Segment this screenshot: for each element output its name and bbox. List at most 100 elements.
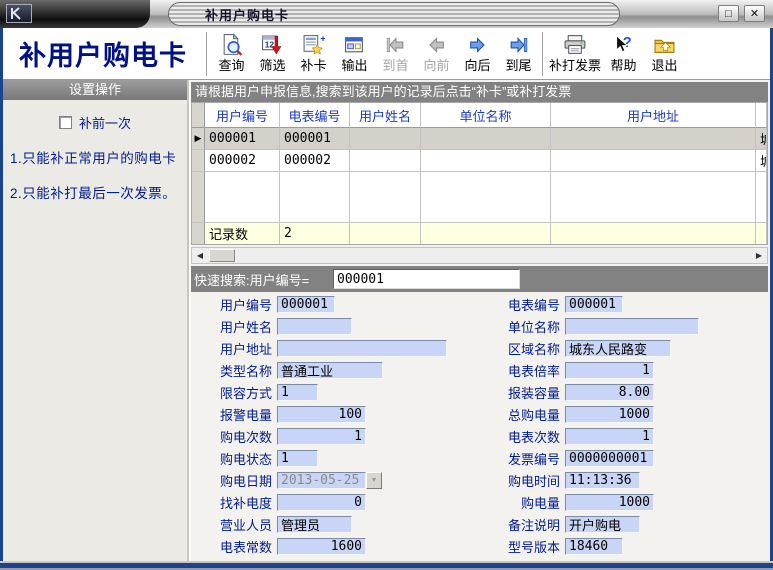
toolbar-separator	[206, 32, 208, 76]
toolbar-button-export[interactable]: 输出	[334, 32, 375, 74]
user-data-grid[interactable]: 用户编号电表编号用户姓名单位名称用户地址▶000001000001城000002…	[191, 102, 768, 245]
user-id-field[interactable]: 000001	[277, 296, 335, 313]
toolbar-button-label: 到首	[382, 58, 408, 74]
total-purchased-label: 总购电量	[479, 405, 565, 424]
toolbar-button-reprint-invoice[interactable]: 补打发票	[547, 32, 603, 74]
filter-icon: 12	[261, 32, 284, 58]
redo-previous-checkbox-row[interactable]: 补前一次	[3, 113, 187, 132]
toolbar-button-query[interactable]: 查询	[211, 32, 252, 74]
grid-cell[interactable]	[350, 128, 421, 150]
grid-cell[interactable]	[350, 150, 421, 172]
grid-column-header: 用户姓名	[350, 103, 421, 128]
form-row-purchase-status: 购电状态1	[191, 450, 447, 467]
alarm-power-field[interactable]: 100	[277, 406, 366, 423]
form-row-remark: 备注说明开户购电	[479, 516, 699, 533]
maximize-button[interactable]: □	[718, 5, 739, 22]
table-row[interactable]: 000002000002 城	[192, 150, 767, 172]
purchase-time-field[interactable]: 11:13:36	[565, 472, 640, 489]
compensation-power-label: 找补电度	[191, 493, 277, 512]
remark-field[interactable]: 开户购电	[565, 516, 640, 533]
meter-id-field[interactable]: 000001	[565, 296, 623, 313]
grid-cell[interactable]: 000001	[205, 128, 280, 150]
purchase-date-field[interactable]: 2013-05-25	[277, 472, 366, 489]
grid-cell[interactable]	[551, 150, 756, 172]
purchase-time-label: 购电时间	[479, 471, 565, 490]
unit-name-field[interactable]	[565, 318, 699, 335]
toolbar-button-label: 向前	[423, 58, 449, 74]
grid-cell[interactable]	[421, 150, 551, 172]
grid-column-header: 用户编号	[205, 103, 280, 128]
capacity-limit-label: 限容方式	[191, 383, 277, 402]
area-name-label: 区域名称	[479, 339, 565, 358]
meter-ratio-field[interactable]: 1	[565, 362, 654, 379]
toolbar-button-label: 补打发票	[549, 58, 601, 74]
grid-empty-cell	[551, 172, 756, 223]
grid-cell[interactable]: 000002	[280, 150, 350, 172]
grid-cell[interactable]: 城	[756, 150, 767, 172]
title-bar[interactable]: 补用户购电卡 □ ✕	[0, 0, 773, 28]
sidebar: 设置操作 补前一次 1.只能补正常用户的购电卡 2.只能补打最后一次发票。	[3, 80, 189, 561]
purchase-count-field[interactable]: 1	[277, 428, 366, 445]
current-row-indicator-icon: ▶	[192, 128, 205, 150]
purchase-date-dropdown-icon[interactable]: ▼	[366, 472, 382, 489]
area-name-field[interactable]: 城东人民路变	[565, 340, 671, 357]
alarm-power-label: 报警电量	[191, 405, 277, 424]
record-count-label: 记录数	[205, 223, 280, 245]
purchase-status-field[interactable]: 1	[277, 450, 318, 467]
grid-empty-area	[192, 172, 767, 223]
query-icon	[220, 32, 243, 58]
toolbar-button-filter[interactable]: 12筛选	[252, 32, 293, 74]
user-name-field[interactable]	[277, 318, 352, 335]
compensation-power-field[interactable]: 0	[277, 494, 366, 511]
form-row-meter-count: 电表次数1	[479, 428, 699, 445]
capacity-limit-field[interactable]: 1	[277, 384, 318, 401]
main-panel: 请根据用户申报信息,搜索到该用户的记录后点击“补卡”或补打发票 用户编号电表编号…	[191, 80, 770, 561]
scroll-right-icon[interactable]: ▶	[751, 248, 767, 263]
invoice-number-field[interactable]: 0000000001	[565, 450, 654, 467]
help-icon: ?	[612, 32, 635, 58]
form-row-model-version: 型号版本18460	[479, 538, 699, 555]
record-count-row: 记录数2	[192, 223, 767, 245]
model-version-field[interactable]: 18460	[565, 538, 623, 555]
user-address-field[interactable]	[277, 340, 447, 357]
grid-cell[interactable]: 城	[756, 128, 767, 150]
meter-count-field[interactable]: 1	[565, 428, 654, 445]
scrollbar-thumb[interactable]	[209, 249, 235, 262]
type-name-field[interactable]: 普通工业	[277, 362, 383, 379]
sidebar-header: 设置操作	[3, 80, 187, 100]
grid-empty-cell	[756, 172, 767, 223]
meter-ratio-label: 电表倍率	[479, 361, 565, 380]
export-icon	[343, 32, 366, 58]
table-row[interactable]: ▶000001000001城	[192, 128, 767, 150]
grid-horizontal-scrollbar[interactable]: ◀ ▶	[191, 247, 768, 264]
purchase-amount-field[interactable]: 1000	[565, 494, 654, 511]
operator-field[interactable]: 管理员	[277, 516, 352, 533]
grid-column-header	[756, 103, 767, 128]
grid-cell[interactable]	[421, 128, 551, 150]
toolbar-button-go-last[interactable]: 到尾	[498, 32, 539, 74]
installed-capacity-field[interactable]: 8.00	[565, 384, 654, 401]
grid-indicator-header	[192, 103, 205, 128]
toolbar-button-help[interactable]: ?帮助	[603, 32, 644, 74]
close-button[interactable]: ✕	[744, 5, 765, 22]
toolbar-button-go-prev: 向前	[416, 32, 457, 74]
header-bar: 补用户购电卡 查询12筛选+补卡输出到首向前向后到尾补打发票?帮助退出	[3, 28, 770, 80]
toolbar-button-replace-card[interactable]: +补卡	[293, 32, 334, 74]
toolbar-button-go-next[interactable]: 向后	[457, 32, 498, 74]
scroll-left-icon[interactable]: ◀	[192, 248, 208, 263]
next-icon	[466, 32, 489, 58]
grid-cell[interactable]	[551, 128, 756, 150]
unit-name-label: 单位名称	[479, 317, 565, 336]
meter-constant-field[interactable]: 1600	[277, 538, 366, 555]
grid-empty-cell	[421, 172, 551, 223]
quick-search-input[interactable]	[333, 269, 520, 289]
toolbar-button-exit[interactable]: 退出	[644, 32, 685, 74]
user-id-label: 用户编号	[191, 295, 277, 314]
grid-cell[interactable]: 000001	[280, 128, 350, 150]
checkbox-icon[interactable]	[59, 116, 72, 129]
grid-cell[interactable]: 000002	[205, 150, 280, 172]
form-row-area-name: 区域名称城东人民路变	[479, 340, 699, 357]
total-purchased-field[interactable]: 1000	[565, 406, 654, 423]
row-indicator	[192, 150, 205, 172]
form-row-alarm-power: 报警电量100	[191, 406, 447, 423]
